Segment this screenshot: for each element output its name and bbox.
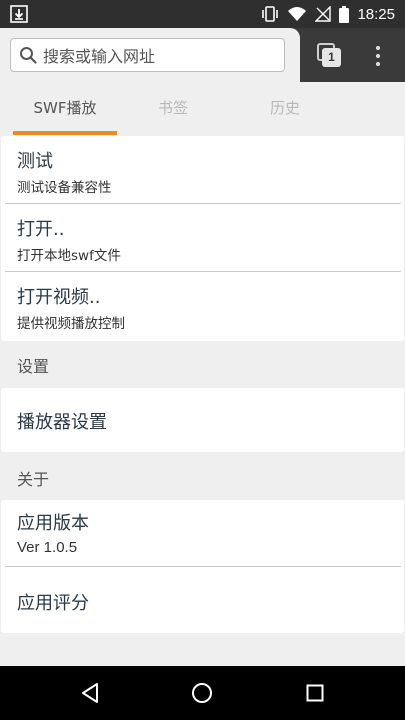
list-item-title: 打开..	[17, 219, 65, 240]
back-icon	[82, 683, 98, 703]
vibrate-icon	[262, 6, 279, 22]
list-item-subtitle: 测试设备兼容性	[17, 180, 112, 196]
overflow-menu-button[interactable]	[370, 44, 386, 68]
list-item-subtitle: 提供视频播放控制	[17, 316, 125, 332]
main-list: 测试 测试设备兼容性 打开.. 打开本地swf文件 打开视频.. 提供视频播放控…	[1, 136, 404, 341]
tab-swf-player[interactable]: SWF播放	[10, 82, 120, 136]
list-item-subtitle: 打开本地swf文件	[17, 248, 121, 264]
no-signal-icon	[315, 6, 332, 22]
list-item-title: 应用版本	[17, 513, 89, 534]
list-item-title: 应用评分	[17, 593, 89, 614]
settings-list: 播放器设置	[1, 388, 404, 452]
tab-bookmarks[interactable]: 书签	[118, 82, 228, 136]
tabs-counter-button[interactable]: 1	[317, 43, 341, 67]
settings-header: 设置	[17, 357, 50, 376]
search-icon	[20, 47, 37, 64]
back-button[interactable]	[60, 666, 120, 720]
recents-icon	[306, 684, 324, 702]
menu-dot	[376, 46, 380, 50]
list-item-player-settings[interactable]: 播放器设置	[1, 388, 404, 452]
tab-count: 1	[322, 48, 341, 67]
wifi-icon	[288, 7, 307, 21]
menu-dot	[376, 54, 380, 58]
clock: 18:25	[357, 5, 395, 23]
list-item-title: 播放器设置	[17, 412, 107, 433]
search-input[interactable]: 搜索或输入网址	[10, 38, 285, 72]
recents-button[interactable]	[285, 666, 345, 720]
search-placeholder: 搜索或输入网址	[43, 47, 156, 66]
list-item-open[interactable]: 打开.. 打开本地swf文件	[1, 204, 404, 271]
list-item-app-version[interactable]: 应用版本 Ver 1.0.5	[1, 500, 404, 566]
list-item-rate-app[interactable]: 应用评分	[1, 567, 404, 633]
battery-icon	[339, 5, 350, 23]
about-list: 应用版本 Ver 1.0.5 应用评分	[1, 500, 404, 633]
active-tab-indicator	[13, 131, 117, 135]
tab-history[interactable]: 历史	[230, 82, 340, 136]
home-icon	[192, 683, 212, 703]
system-nav-bar	[0, 666, 405, 720]
list-item-title: 测试	[17, 151, 53, 172]
tab-strip: SWF播放 书签 历史	[0, 82, 405, 136]
menu-dot	[376, 62, 380, 66]
download-icon	[10, 5, 28, 23]
list-item-test[interactable]: 测试 测试设备兼容性	[1, 136, 404, 203]
home-button[interactable]	[172, 666, 232, 720]
about-header: 关于	[17, 470, 50, 489]
browser-toolbar: 搜索或输入网址 1	[0, 28, 405, 82]
status-bar: 18:25	[0, 0, 405, 28]
list-item-title: 打开视频..	[17, 287, 101, 308]
list-item-open-video[interactable]: 打开视频.. 提供视频播放控制	[1, 272, 404, 339]
version-value: Ver 1.0.5	[17, 539, 78, 556]
